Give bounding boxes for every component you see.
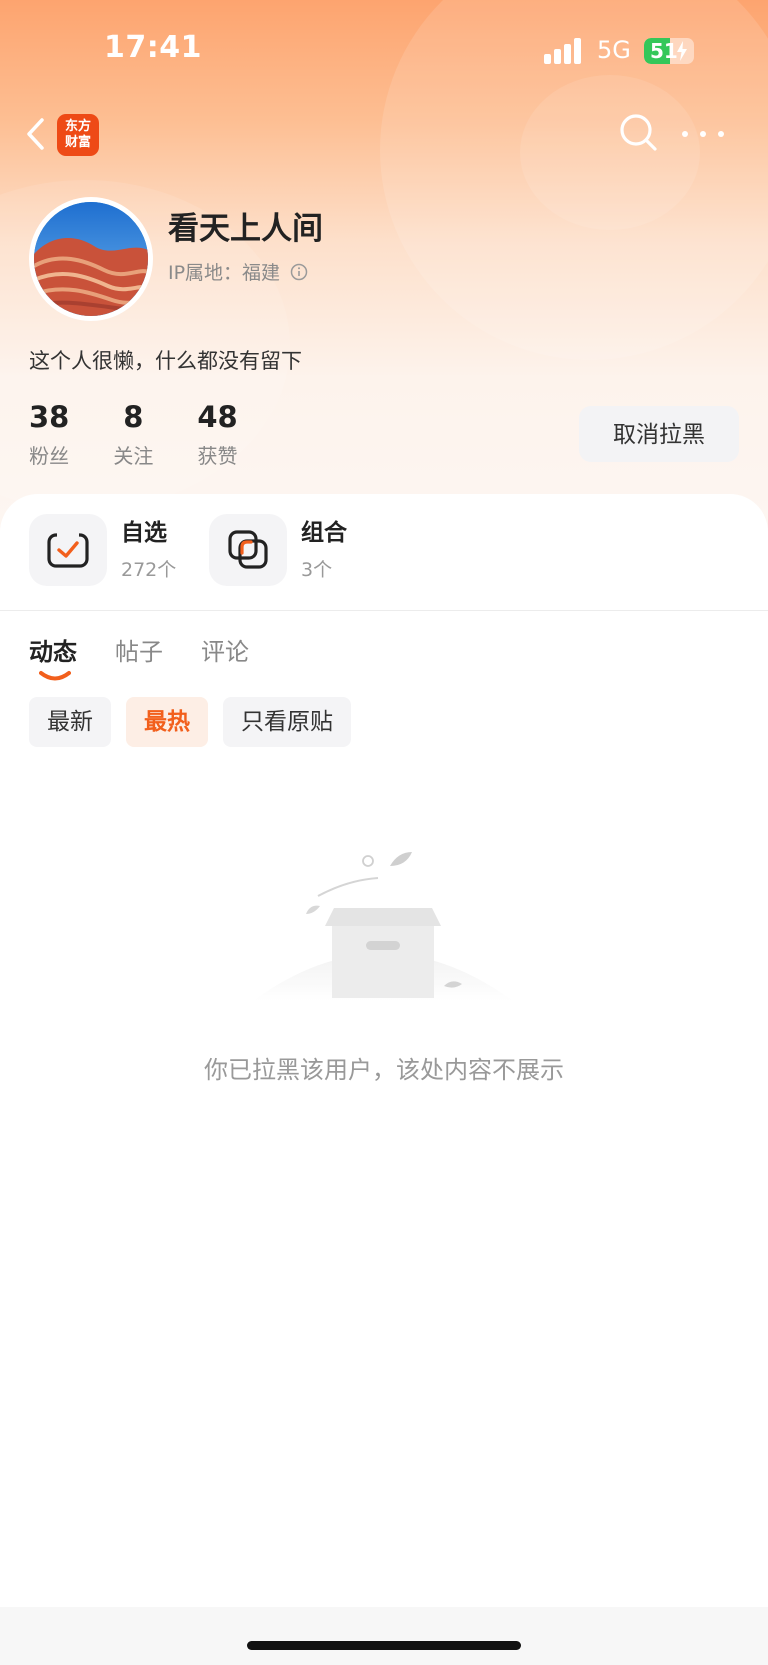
tab-posts[interactable]: 帖子 (115, 632, 163, 667)
section-divider (0, 610, 768, 611)
more-button[interactable] (682, 120, 724, 148)
watchlist-title: 自选 (121, 519, 167, 546)
watchlist-entry[interactable]: 自选 272个 (29, 514, 176, 586)
active-tab-indicator (39, 671, 71, 681)
app-logo-text: 东方 (64, 119, 91, 134)
stat-label: 粉丝 (29, 444, 70, 468)
content-tabs: 动态 帖子 评论 (29, 632, 287, 681)
empty-box-illustration (253, 852, 513, 1001)
search-icon (620, 114, 657, 151)
network-type: 5G (597, 36, 631, 64)
bottom-bar (0, 1607, 768, 1665)
battery-percent: 51 (650, 39, 678, 63)
app-logo-text: 财富 (64, 135, 91, 150)
unblock-button[interactable]: 取消拉黑 (579, 406, 739, 462)
info-icon[interactable] (290, 263, 308, 281)
tab-label: 帖子 (115, 638, 163, 666)
filter-latest[interactable]: 最新 (29, 697, 111, 747)
charging-icon (677, 41, 687, 61)
stat-followers[interactable]: 38 粉丝 (29, 400, 69, 469)
home-indicator[interactable] (247, 1641, 521, 1650)
tab-label: 动态 (29, 638, 77, 666)
sort-filters: 最新 最热 只看原贴 (29, 697, 366, 747)
watchlist-icon (29, 514, 107, 586)
watchlist-count: 272个 (121, 558, 177, 581)
decorative-circle (520, 75, 700, 230)
search-button[interactable] (618, 112, 660, 154)
app-logo[interactable]: 东方 财富 (57, 114, 99, 156)
status-time: 17:41 (104, 30, 202, 65)
profile-stats: 38 粉丝 8 关注 48 获赞 (29, 400, 282, 469)
ip-location: IP属地：福建 (168, 262, 281, 284)
chevron-left-icon (27, 118, 44, 150)
stat-value: 48 (197, 400, 238, 434)
tab-activity[interactable]: 动态 (29, 632, 77, 681)
stat-likes[interactable]: 48 获赞 (197, 400, 237, 469)
battery-icon: 51 (644, 38, 694, 64)
user-bio: 这个人很懒，什么都没有留下 (29, 349, 302, 373)
ip-location-row: IP属地：福建 (168, 258, 308, 285)
avatar[interactable] (29, 197, 153, 321)
stat-value: 8 (123, 400, 144, 434)
tab-label: 评论 (201, 638, 249, 666)
filter-original-only[interactable]: 只看原贴 (223, 697, 351, 747)
more-dot (682, 131, 688, 137)
more-dot (718, 131, 724, 137)
portfolio-icon (209, 514, 287, 586)
stat-label: 关注 (113, 444, 154, 468)
filter-hottest[interactable]: 最热 (126, 697, 208, 747)
signal-icon (544, 38, 584, 64)
portfolio-count: 3个 (301, 558, 333, 581)
stat-value: 38 (29, 400, 70, 434)
tab-comments[interactable]: 评论 (201, 632, 249, 667)
stat-label: 获赞 (197, 444, 238, 468)
more-dot (700, 131, 706, 137)
empty-state-message: 你已拉黑该用户，该处内容不展示 (204, 1056, 564, 1084)
back-button[interactable] (20, 112, 50, 156)
user-nickname: 看天上人间 (168, 211, 323, 247)
stat-following[interactable]: 8 关注 (113, 400, 153, 469)
avatar-image (34, 202, 148, 316)
portfolio-entry[interactable]: 组合 3个 (209, 514, 347, 586)
portfolio-title: 组合 (301, 519, 347, 546)
